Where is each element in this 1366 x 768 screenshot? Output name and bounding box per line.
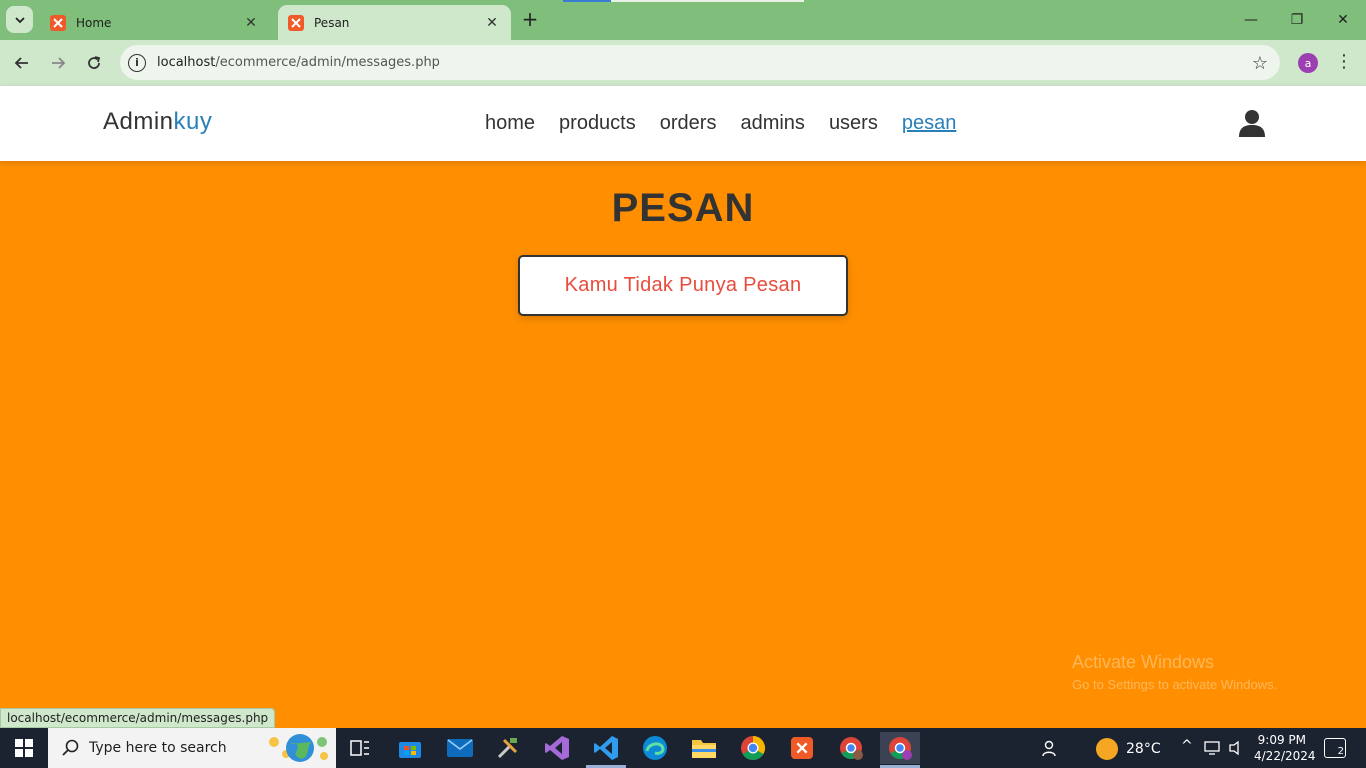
reload-icon	[88, 56, 101, 69]
tab-title: Home	[76, 15, 112, 30]
arrow-right-icon	[52, 57, 66, 69]
volume-icon[interactable]	[1228, 740, 1246, 756]
chrome-button[interactable]	[733, 732, 773, 764]
chevron-up-icon[interactable]: ^	[1181, 738, 1193, 754]
user-icon[interactable]	[1239, 109, 1265, 137]
people-icon[interactable]	[1040, 740, 1058, 758]
search-icon	[62, 739, 79, 756]
search-placeholder: Type here to search	[89, 740, 227, 756]
taskbar: Type here to search 28°C ^ 9:09 PM 4/22/…	[0, 728, 1366, 768]
bookmark-star-icon[interactable]: ☆	[1252, 53, 1268, 74]
arrow-left-icon	[14, 57, 28, 69]
site-header: Adminkuy home products orders admins use…	[0, 86, 1366, 161]
visual-studio-icon	[545, 736, 569, 760]
start-button[interactable]	[0, 728, 48, 768]
watermark-subtitle: Go to Settings to activate Windows.	[1072, 677, 1278, 692]
folder-icon	[692, 740, 716, 758]
url-path: /ecommerce/admin/messages.php	[215, 55, 440, 70]
tab-close-icon[interactable]: ✕	[483, 14, 501, 32]
network-icon[interactable]	[1204, 740, 1222, 756]
status-bar-url: localhost/ecommerce/admin/messages.php	[0, 708, 276, 728]
tools-icon	[497, 738, 518, 759]
chrome-active-icon	[889, 737, 912, 760]
clock-time: 9:09 PM	[1257, 733, 1306, 747]
visual-studio-button[interactable]	[537, 732, 577, 764]
task-view-button[interactable]	[340, 732, 380, 764]
empty-message-text: Kamu Tidak Punya Pesan	[564, 274, 802, 296]
browser-toolbar: i localhost/ecommerce/admin/messages.php…	[0, 40, 1366, 86]
edge-icon	[643, 736, 667, 760]
empty-messages-notice: Kamu Tidak Punya Pesan	[518, 255, 848, 316]
xampp-icon	[791, 737, 813, 759]
tab-search-button[interactable]	[6, 6, 33, 33]
logo-accent: kuy	[173, 108, 213, 135]
system-clock[interactable]: 9:09 PM 4/22/2024	[1254, 732, 1316, 764]
chrome-profile-button[interactable]	[831, 732, 871, 764]
notification-count: 2	[1337, 746, 1344, 757]
nav-admins[interactable]: admins	[740, 112, 804, 135]
nav-products[interactable]: products	[559, 112, 636, 135]
vscode-button[interactable]	[586, 732, 626, 764]
chrome-icon	[741, 736, 766, 761]
activate-windows-watermark: Activate Windows Go to Settings to activ…	[1072, 652, 1277, 692]
nav-pesan[interactable]: pesan	[902, 112, 957, 135]
nav-orders[interactable]: orders	[660, 112, 717, 135]
store-app-button[interactable]	[390, 732, 430, 764]
close-window-button[interactable]: ✕	[1328, 8, 1358, 32]
task-view-icon	[350, 740, 369, 756]
weather-sun-icon	[1096, 738, 1118, 760]
chevron-down-icon	[14, 16, 25, 23]
tab-home[interactable]: Home ✕	[40, 5, 270, 40]
logo-main: Admin	[103, 108, 174, 135]
chrome-active-button[interactable]	[880, 732, 920, 764]
page-title: PESAN	[611, 186, 755, 230]
site-info-icon[interactable]: i	[128, 53, 146, 72]
address-bar[interactable]: i localhost/ecommerce/admin/messages.php…	[120, 45, 1280, 80]
restore-button[interactable]: ❐	[1282, 8, 1312, 32]
forward-button[interactable]	[44, 49, 72, 77]
nav-users[interactable]: users	[829, 112, 878, 135]
earth-day-icon	[269, 734, 328, 762]
browser-tab-strip: Home ✕ Pesan ✕ + — ❐ ✕	[0, 0, 1366, 40]
minimize-button[interactable]: —	[1236, 8, 1266, 32]
back-button[interactable]	[8, 49, 36, 77]
reload-button[interactable]	[80, 49, 108, 77]
main-nav: home products orders admins users pesan	[485, 112, 956, 135]
edge-button[interactable]	[635, 732, 675, 764]
tab-loading-track	[611, 0, 804, 2]
url-host: localhost	[157, 55, 216, 70]
mail-app-button[interactable]	[440, 732, 480, 764]
new-tab-button[interactable]: +	[518, 9, 542, 31]
nav-home[interactable]: home	[485, 112, 535, 135]
weather-temperature: 28°C	[1126, 741, 1161, 757]
taskbar-search-box[interactable]: Type here to search	[48, 728, 336, 768]
tools-app-button[interactable]	[488, 732, 528, 764]
browser-menu-icon[interactable]: ⋮	[1334, 51, 1354, 75]
xampp-favicon-icon	[288, 14, 304, 31]
profile-avatar[interactable]: a	[1298, 53, 1318, 73]
weather-widget[interactable]: 28°C	[1096, 738, 1161, 760]
tab-pesan[interactable]: Pesan ✕	[278, 5, 511, 40]
chrome-profile-icon	[840, 737, 863, 760]
file-explorer-button[interactable]	[684, 732, 724, 764]
xampp-button[interactable]	[782, 732, 822, 764]
watermark-title: Activate Windows	[1072, 652, 1215, 672]
tab-title: Pesan	[314, 15, 350, 30]
address-url[interactable]: localhost/ecommerce/admin/messages.php	[157, 55, 440, 70]
vscode-icon	[594, 736, 618, 760]
site-logo[interactable]: Adminkuy	[103, 108, 212, 136]
microsoft-store-icon	[399, 742, 421, 758]
tab-close-icon[interactable]: ✕	[242, 14, 260, 32]
windows-logo-icon	[15, 739, 33, 757]
xampp-favicon-icon	[50, 14, 66, 31]
tab-loading-indicator	[563, 0, 611, 2]
notification-center-icon[interactable]: 2	[1324, 738, 1346, 758]
mail-icon	[447, 739, 473, 757]
clock-date: 4/22/2024	[1254, 749, 1316, 763]
